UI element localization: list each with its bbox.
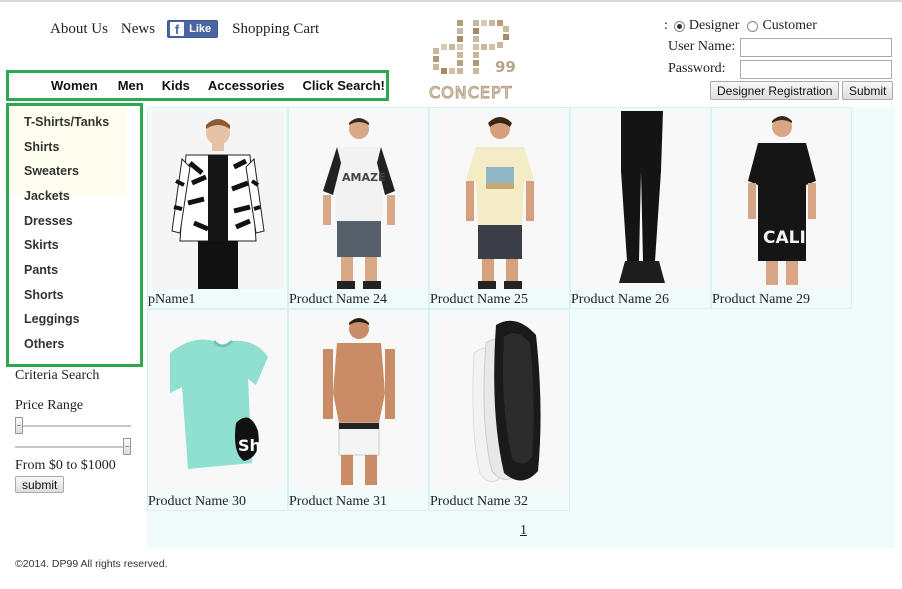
product-name[interactable]: pName1 bbox=[148, 292, 195, 308]
category-pants[interactable]: Pants bbox=[24, 263, 58, 277]
category-sweaters[interactable]: Sweaters bbox=[24, 164, 79, 178]
category-skirts[interactable]: Skirts bbox=[24, 238, 59, 252]
role-prefix: : bbox=[664, 18, 668, 33]
svg-text:AMAZE: AMAZE bbox=[342, 171, 385, 184]
nav-kids[interactable]: Kids bbox=[162, 78, 190, 93]
svg-text:99: 99 bbox=[495, 58, 516, 76]
about-us-link[interactable]: About Us bbox=[50, 21, 108, 38]
facebook-icon: f bbox=[170, 22, 185, 37]
main-nav: Women Men Kids Accessories Click Search! bbox=[6, 70, 389, 101]
product-card[interactable]: Product Name 25 bbox=[429, 107, 570, 309]
product-name[interactable]: Product Name 30 bbox=[148, 494, 246, 510]
category-shirts[interactable]: Shirts bbox=[24, 140, 59, 154]
news-link[interactable]: News bbox=[121, 21, 155, 38]
product-name[interactable]: Product Name 32 bbox=[430, 494, 528, 510]
product-image-long-tee: CALI bbox=[716, 111, 848, 289]
customer-radio[interactable] bbox=[747, 20, 759, 32]
username-row: User Name: bbox=[668, 37, 892, 57]
pagination-page-1[interactable]: 1 bbox=[520, 523, 527, 539]
product-name[interactable]: Product Name 26 bbox=[571, 292, 669, 308]
product-card[interactable]: Product Name 32 bbox=[429, 309, 570, 511]
designer-radio-label: Designer bbox=[688, 18, 740, 33]
product-name[interactable]: Product Name 31 bbox=[289, 494, 387, 510]
product-card[interactable]: Product Name 26 bbox=[570, 107, 711, 309]
designer-registration-button[interactable]: Designer Registration bbox=[710, 81, 840, 100]
nav-accessories[interactable]: Accessories bbox=[208, 78, 285, 93]
nav-men[interactable]: Men bbox=[118, 78, 144, 93]
criteria-search-title: Criteria Search bbox=[15, 368, 100, 383]
product-name[interactable]: Product Name 29 bbox=[712, 292, 810, 308]
category-others[interactable]: Others bbox=[24, 337, 64, 351]
product-image-boxer-briefs bbox=[293, 313, 425, 491]
product-image-leggings bbox=[575, 111, 707, 289]
category-leggings[interactable]: Leggings bbox=[24, 312, 80, 326]
product-card[interactable]: pName1 bbox=[147, 107, 288, 309]
product-card[interactable]: Sh Product Name 30 bbox=[147, 309, 288, 511]
filter-submit-button[interactable]: submit bbox=[15, 476, 65, 493]
product-card[interactable]: AMAZE Product Name 24 bbox=[288, 107, 429, 309]
product-image-no-show-socks bbox=[434, 313, 566, 491]
price-min-handle[interactable] bbox=[15, 417, 23, 434]
category-tshirts-tanks[interactable]: T-Shirts/Tanks bbox=[24, 115, 109, 129]
shopping-cart-link[interactable]: Shopping Cart bbox=[232, 21, 319, 38]
product-card[interactable]: CALI Product Name 29 bbox=[711, 107, 852, 309]
price-min-slider[interactable] bbox=[15, 417, 131, 434]
login-panel: : Designer Customer User Name: Password:… bbox=[664, 16, 896, 100]
price-max-slider[interactable] bbox=[15, 438, 131, 455]
category-sidebar: T-Shirts/Tanks Shirts Sweaters Jackets D… bbox=[6, 103, 143, 367]
product-image-jacket bbox=[152, 111, 284, 289]
nav-click-search[interactable]: Click Search! bbox=[303, 78, 385, 93]
top-border bbox=[0, 0, 902, 2]
submit-login-button[interactable]: Submit bbox=[842, 81, 894, 100]
product-name[interactable]: Product Name 25 bbox=[430, 292, 528, 308]
dp99-concept-logo[interactable]: 99 CONCEPT bbox=[425, 14, 535, 104]
designer-radio[interactable] bbox=[673, 20, 685, 32]
top-links: About Us News f Like Shopping Cart bbox=[50, 18, 319, 40]
category-shorts[interactable]: Shorts bbox=[24, 288, 64, 302]
price-range-text: From $0 to $1000 bbox=[15, 458, 116, 473]
customer-radio-label: Customer bbox=[762, 18, 817, 33]
product-image-graphic-tee bbox=[434, 111, 566, 289]
product-name[interactable]: Product Name 24 bbox=[289, 292, 387, 308]
category-jackets[interactable]: Jackets bbox=[24, 189, 70, 203]
price-range-title: Price Range bbox=[15, 398, 84, 413]
role-selector: : Designer Customer bbox=[664, 16, 896, 36]
svg-text:CONCEPT: CONCEPT bbox=[429, 83, 512, 102]
password-row: Password: bbox=[668, 59, 892, 79]
svg-text:CALI: CALI bbox=[763, 228, 806, 248]
category-dresses[interactable]: Dresses bbox=[24, 214, 73, 228]
nav-women[interactable]: Women bbox=[51, 78, 98, 93]
svg-text:Sh: Sh bbox=[238, 436, 261, 455]
product-image-mint-tee: Sh bbox=[152, 313, 284, 491]
facebook-like-label: Like bbox=[189, 23, 212, 35]
username-input[interactable] bbox=[740, 37, 892, 57]
price-max-handle[interactable] bbox=[123, 438, 131, 455]
product-card[interactable]: Product Name 31 bbox=[288, 309, 429, 511]
facebook-like-button[interactable]: f Like bbox=[167, 20, 219, 38]
username-label: User Name: bbox=[668, 39, 736, 54]
product-grid: pName1 AMAZE Product Name 24 Product Nam… bbox=[147, 107, 895, 548]
product-image-raglan-tee: AMAZE bbox=[293, 111, 425, 289]
password-label: Password: bbox=[668, 61, 726, 76]
footer-copyright: ©2014. DP99 All rights reserved. bbox=[15, 558, 168, 570]
password-input[interactable] bbox=[740, 59, 892, 79]
